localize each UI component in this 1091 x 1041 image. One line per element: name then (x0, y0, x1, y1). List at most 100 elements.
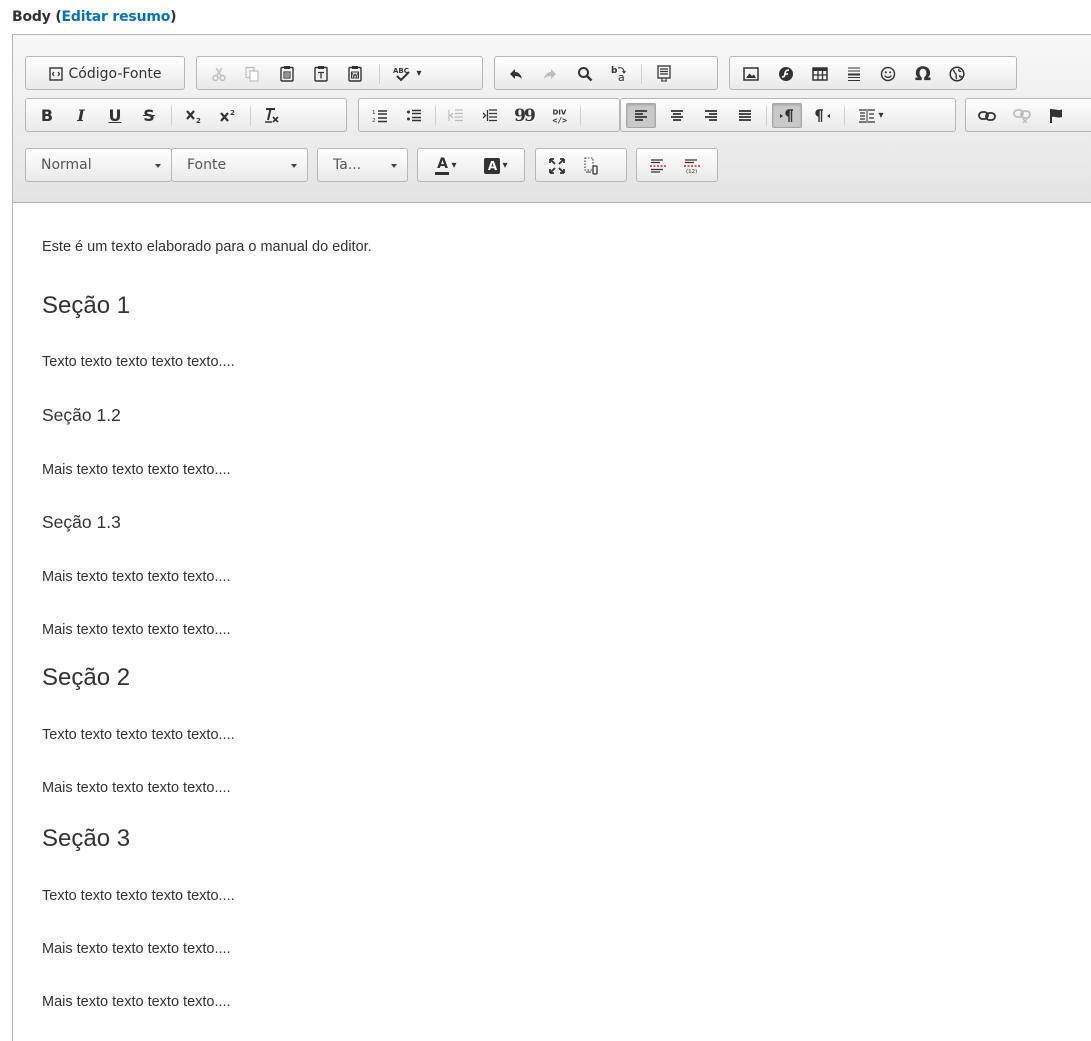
paste-text-icon (314, 66, 328, 82)
font-combo-value: Fonte (187, 157, 227, 173)
tools-group (535, 148, 627, 182)
align-center-icon (671, 109, 683, 121)
paste-word-button[interactable] (342, 61, 368, 86)
anchor-button[interactable] (1043, 103, 1069, 128)
italic-button[interactable]: I (69, 103, 93, 128)
align-center-button[interactable] (664, 103, 690, 128)
format-combo[interactable]: Normal (25, 148, 172, 182)
spellcheck-icon: ABC (393, 67, 411, 81)
unlink-button[interactable] (1009, 103, 1035, 128)
bg-color-icon: A (484, 157, 501, 174)
create-div-button[interactable]: DIV </> (546, 103, 572, 128)
paragraph: Mais texto texto texto texto.... (42, 569, 231, 585)
pagination-button[interactable]: (12) (679, 153, 705, 178)
heading-secao-1-3: Seção 1.3 (42, 512, 121, 532)
size-combo-value: Ta... (333, 157, 362, 173)
paren-close: ) (170, 9, 177, 25)
image-button[interactable] (738, 61, 764, 86)
page-break-button[interactable] (645, 153, 671, 178)
copy-button[interactable] (239, 61, 265, 86)
flash-icon (779, 66, 793, 81)
table-button[interactable] (807, 61, 833, 86)
field-label: Body (Editar resumo) (12, 9, 177, 25)
undo-button[interactable] (503, 61, 529, 86)
pagination-icon: (12) (684, 158, 700, 174)
text-color-icon: A (435, 157, 450, 175)
redo-button[interactable] (537, 61, 563, 86)
bg-color-glyph: A (487, 158, 498, 173)
font-combo[interactable]: Fonte (171, 148, 308, 182)
replace-button[interactable]: ba (606, 61, 632, 86)
editor-content[interactable]: Este é um texto elaborado para o manual … (13, 203, 1091, 1041)
chevron-down-icon: ▾ (878, 110, 884, 121)
field-label-text: Body (12, 9, 51, 25)
paste-button[interactable] (274, 61, 300, 86)
table-icon (812, 66, 828, 81)
maximize-icon (549, 157, 565, 174)
div-icon: DIV</> (553, 108, 568, 125)
bold-button[interactable]: B (35, 103, 59, 128)
undo-icon (510, 68, 522, 79)
underline-button[interactable]: U (103, 103, 127, 128)
svg-text:2: 2 (196, 117, 201, 124)
smiley-button[interactable] (875, 61, 901, 86)
redo-icon (544, 68, 556, 79)
separator (766, 106, 767, 126)
link-button[interactable] (974, 103, 1000, 128)
insert-group: Ω (729, 56, 1017, 90)
subscript-button[interactable]: 2 (181, 103, 207, 128)
text-color-button[interactable]: A ▾ (424, 153, 468, 178)
spellcheck-button[interactable]: ABC ▾ (387, 61, 427, 86)
chevron-down-icon: ▾ (416, 68, 422, 79)
flash-button[interactable] (773, 61, 799, 86)
paragraph: Mais texto texto texto texto.... (42, 941, 231, 957)
horizontal-rule-button[interactable] (841, 61, 867, 86)
justify-button[interactable] (732, 103, 758, 128)
find-button[interactable] (572, 61, 598, 86)
unlink-icon (1013, 108, 1031, 123)
select-all-button[interactable] (651, 61, 677, 86)
size-combo[interactable]: Ta... (317, 148, 408, 182)
separator (250, 106, 251, 126)
language-button[interactable]: ▾ (851, 103, 891, 128)
strike-button[interactable]: S (137, 103, 161, 128)
paragraph: Mais texto texto texto texto.... (42, 622, 231, 638)
maximize-button[interactable] (544, 153, 570, 178)
outdent-button[interactable] (443, 103, 469, 128)
cut-button[interactable] (206, 61, 232, 86)
indent-button[interactable] (477, 103, 503, 128)
flag-icon (1050, 108, 1062, 123)
separator (580, 106, 581, 126)
paragraph: Texto texto texto texto texto.... (42, 888, 235, 904)
superscript-button[interactable]: 2 (215, 103, 241, 128)
numbered-list-icon: 12 (372, 110, 387, 124)
horizontal-rule-icon (848, 67, 860, 81)
chevron-down-icon: ▾ (451, 160, 457, 171)
show-blocks-button[interactable] (578, 153, 604, 178)
remove-format-button[interactable] (258, 103, 284, 128)
paragraph: Mais texto texto texto texto.... (42, 780, 231, 796)
language-icon (859, 108, 876, 123)
bulleted-list-button[interactable] (401, 103, 427, 128)
underline-icon: U (108, 106, 122, 125)
source-button[interactable]: Código-Fonte (32, 61, 178, 86)
svg-text:2: 2 (372, 118, 376, 124)
paste-text-button[interactable] (308, 61, 334, 86)
blockquote-button[interactable]: 99 (511, 103, 537, 128)
numbered-list-button[interactable]: 12 (367, 103, 393, 128)
globe-icon (949, 65, 965, 82)
align-right-icon (705, 109, 717, 121)
bg-color-button[interactable]: A ▾ (474, 153, 518, 178)
iframe-button[interactable] (944, 61, 970, 86)
copy-icon (245, 66, 259, 82)
special-char-button[interactable]: Ω (909, 61, 937, 86)
omega-icon: Ω (914, 62, 932, 85)
align-left-button[interactable] (626, 103, 656, 128)
edit-summary-link[interactable]: Editar resumo (62, 9, 171, 25)
rtl-button[interactable] (810, 103, 836, 128)
separator (171, 106, 172, 126)
align-right-button[interactable] (698, 103, 724, 128)
paragraph: Texto texto texto texto texto.... (42, 354, 235, 370)
superscript-icon: 2 (220, 109, 235, 122)
ltr-button[interactable] (772, 103, 802, 128)
